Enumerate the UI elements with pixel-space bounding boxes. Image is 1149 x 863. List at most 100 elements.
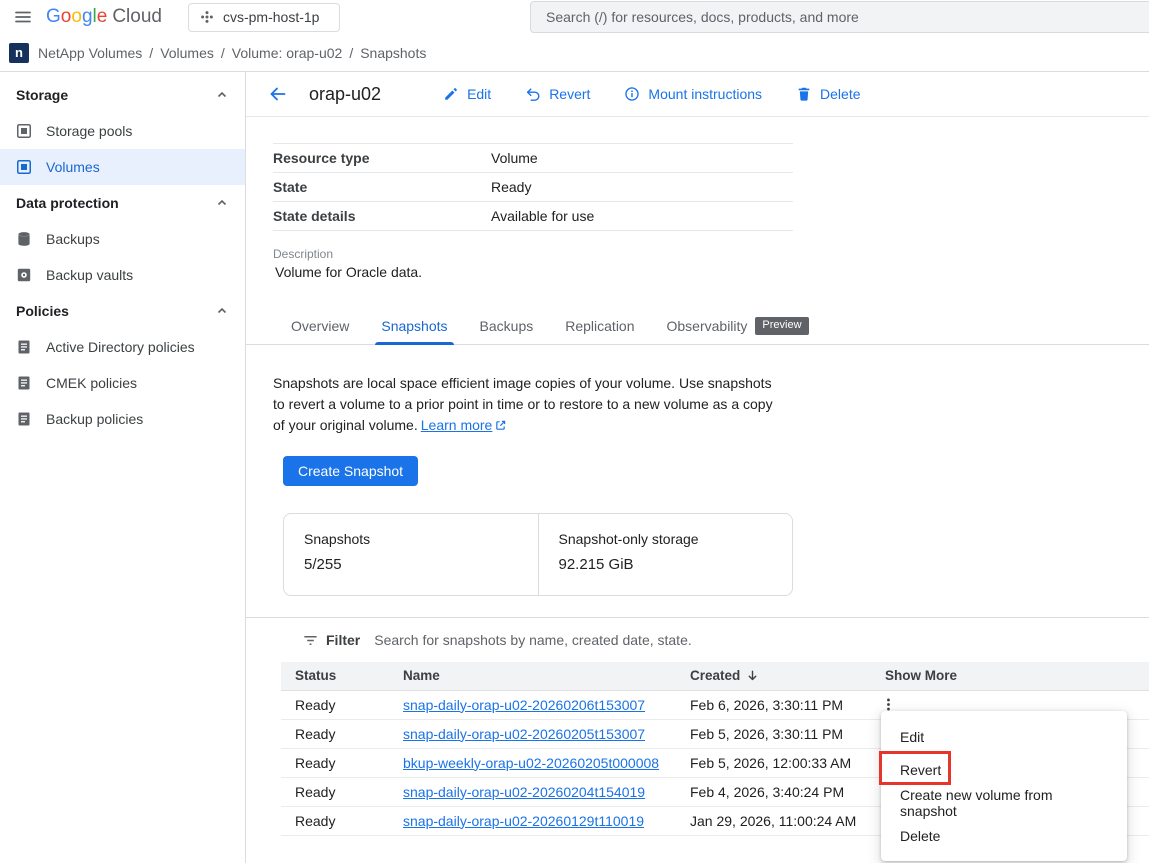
snapshot-link[interactable]: snap-daily-orap-u02-20260129t110019: [403, 813, 644, 829]
undo-arrow-icon: [525, 86, 541, 102]
project-selector[interactable]: cvs-pm-host-1p: [188, 3, 340, 32]
cell-status: Ready: [281, 806, 389, 835]
snapshot-stats-card: Snapshots 5/255 Snapshot-only storage 92…: [283, 513, 793, 596]
sidebar-item-label: Storage pools: [46, 123, 132, 139]
tab-label: Backups: [480, 318, 534, 334]
external-link-icon: [495, 420, 506, 431]
volumes-icon: [15, 158, 33, 176]
logo-letter: o: [71, 6, 82, 28]
filter-icon[interactable]: [302, 632, 319, 649]
col-header-created[interactable]: Created: [676, 662, 871, 690]
logo-cloud-text: Cloud: [112, 6, 162, 28]
revert-button[interactable]: Revert: [525, 86, 590, 102]
tab-observability[interactable]: Observability Preview: [651, 307, 825, 344]
description-value: Volume for Oracle data.: [275, 264, 1149, 280]
backup-vaults-icon: [15, 266, 33, 284]
delete-button[interactable]: Delete: [796, 86, 860, 102]
detail-label: State: [273, 179, 491, 195]
snapshot-link[interactable]: snap-daily-orap-u02-20260204t154019: [403, 784, 645, 800]
tab-label: Observability: [667, 318, 748, 334]
col-header-name: Name: [389, 662, 676, 690]
mount-instructions-button[interactable]: Mount instructions: [624, 86, 762, 102]
sidebar-item-backup-policies[interactable]: Backup policies: [0, 401, 245, 437]
policy-document-icon: [15, 410, 33, 428]
snapshots-description: Snapshots are local space efficient imag…: [273, 373, 787, 436]
cell-status: Ready: [281, 719, 389, 748]
cell-created: Feb 6, 2026, 3:30:11 PM: [676, 690, 871, 719]
tab-snapshots[interactable]: Snapshots: [365, 307, 463, 344]
sidebar-item-label: Volumes: [46, 159, 100, 175]
filter-input[interactable]: [374, 632, 1125, 648]
cell-created: Jan 29, 2026, 11:00:24 AM: [676, 806, 871, 835]
sidebar-item-cmek-policies[interactable]: CMEK policies: [0, 365, 245, 401]
cell-created: Feb 5, 2026, 12:00:33 AM: [676, 748, 871, 777]
breadcrumb: n NetApp Volumes / Volumes / Volume: ora…: [0, 34, 1149, 72]
snapshot-link[interactable]: bkup-weekly-orap-u02-20260205t000008: [403, 755, 659, 771]
sidebar-item-backups[interactable]: Backups: [0, 221, 245, 257]
stat-value: 5/255: [304, 556, 518, 573]
tab-backups[interactable]: Backups: [464, 307, 550, 344]
sidebar-section-storage[interactable]: Storage: [0, 77, 245, 113]
edit-button[interactable]: Edit: [443, 86, 491, 102]
snapshot-link[interactable]: snap-daily-orap-u02-20260206t153007: [403, 697, 645, 713]
stat-snapshot-count: Snapshots 5/255: [284, 514, 538, 595]
cell-status: Ready: [281, 777, 389, 806]
menu-item-create-new-volume-from-snapshot[interactable]: Create new volume from snapshot: [881, 786, 1127, 819]
breadcrumb-item-snapshots: Snapshots: [360, 45, 426, 61]
tab-label: Overview: [291, 318, 349, 334]
info-icon: [624, 86, 640, 102]
sidebar-section-data-protection[interactable]: Data protection: [0, 185, 245, 221]
search-input[interactable]: [546, 9, 1138, 25]
detail-row: State Ready: [273, 173, 793, 202]
menu-icon[interactable]: [8, 2, 38, 32]
back-button[interactable]: [263, 79, 293, 109]
cell-created: Feb 4, 2026, 3:40:24 PM: [676, 777, 871, 806]
project-name: cvs-pm-host-1p: [223, 9, 319, 25]
breadcrumb-item-volume-orap-u02[interactable]: Volume: orap-u02: [232, 45, 343, 61]
logo-letter: o: [61, 6, 72, 28]
sidebar-item-volumes[interactable]: Volumes: [0, 149, 245, 185]
tab-label: Snapshots: [381, 318, 447, 334]
snapshots-description-text: Snapshots are local space efficient imag…: [273, 375, 773, 433]
sidebar-item-backup-vaults[interactable]: Backup vaults: [0, 257, 245, 293]
create-snapshot-button[interactable]: Create Snapshot: [283, 456, 418, 486]
detail-row: Resource type Volume: [273, 144, 793, 173]
cell-name: snap-daily-orap-u02-20260204t154019: [389, 777, 676, 806]
volume-details: Resource type Volume State Ready State d…: [273, 143, 793, 231]
logo-letter: e: [97, 6, 108, 28]
sidebar-section-policies[interactable]: Policies: [0, 293, 245, 329]
breadcrumb-item-netapp-volumes[interactable]: NetApp Volumes: [38, 45, 142, 61]
cell-status: Ready: [281, 748, 389, 777]
filter-label[interactable]: Filter: [326, 632, 360, 648]
project-icon: [200, 10, 214, 24]
section-title: Storage: [16, 87, 68, 103]
stat-value: 92.215 GiB: [559, 556, 773, 573]
sort-descending-icon[interactable]: [746, 669, 759, 682]
logo-letter: g: [82, 6, 93, 28]
menu-item-revert[interactable]: Revert: [881, 753, 1127, 786]
google-cloud-logo[interactable]: Google Cloud: [46, 6, 162, 28]
filter-bar[interactable]: Filter: [246, 618, 1149, 662]
tab-replication[interactable]: Replication: [549, 307, 650, 344]
description-label: Description: [273, 247, 1149, 261]
pencil-icon: [443, 86, 459, 102]
menu-item-edit[interactable]: Edit: [881, 720, 1127, 753]
section-title: Policies: [16, 303, 69, 319]
search-bar[interactable]: [530, 1, 1149, 33]
snapshot-actions-menu: Edit Revert Create new volume from snaps…: [881, 711, 1127, 861]
sidebar-item-storage-pools[interactable]: Storage pools: [0, 113, 245, 149]
cell-created: Feb 5, 2026, 3:30:11 PM: [676, 719, 871, 748]
breadcrumb-item-volumes[interactable]: Volumes: [160, 45, 214, 61]
menu-item-delete[interactable]: Delete: [881, 819, 1127, 852]
learn-more-link[interactable]: Learn more: [421, 417, 507, 433]
backups-icon: [15, 230, 33, 248]
detail-label: Resource type: [273, 150, 491, 166]
detail-label: State details: [273, 208, 491, 224]
tab-overview[interactable]: Overview: [275, 307, 365, 344]
chevron-up-icon: [216, 89, 228, 101]
sidebar-item-active-directory-policies[interactable]: Active Directory policies: [0, 329, 245, 365]
snapshot-link[interactable]: snap-daily-orap-u02-20260205t153007: [403, 726, 645, 742]
detail-value: Available for use: [491, 208, 594, 224]
learn-more-label: Learn more: [421, 417, 493, 433]
chevron-up-icon: [216, 305, 228, 317]
